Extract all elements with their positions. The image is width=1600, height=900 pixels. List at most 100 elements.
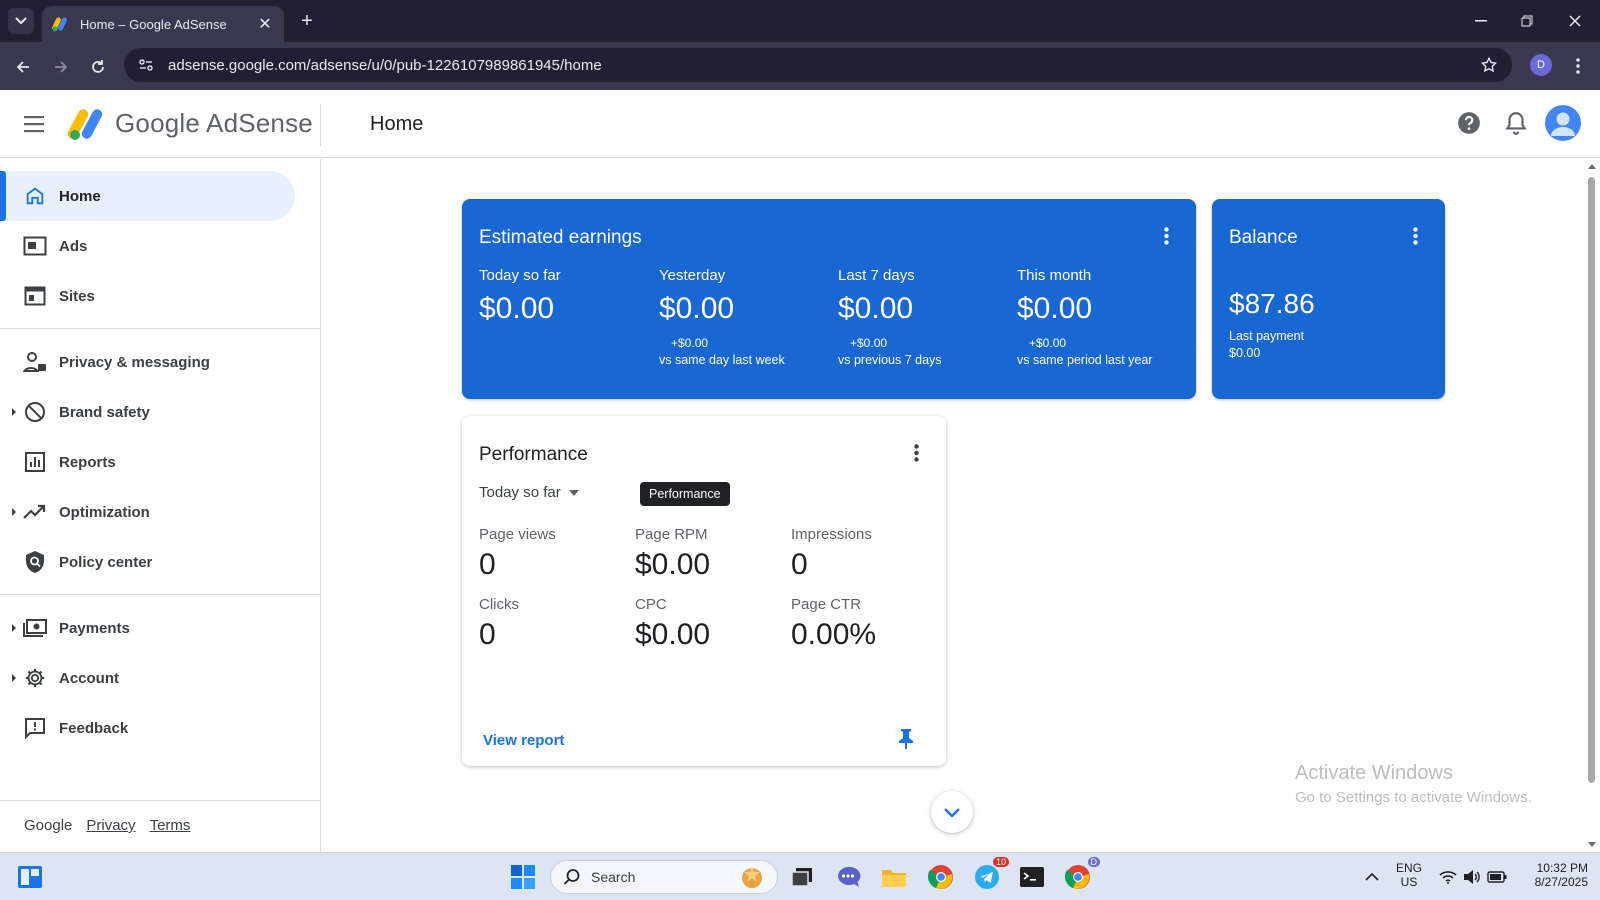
taskbar-search[interactable]: Search	[550, 860, 778, 894]
sidebar-item-payments[interactable]: Payments	[0, 603, 295, 653]
date-range-dropdown[interactable]: Today so far	[479, 484, 579, 501]
brand-name: Google AdSense	[115, 108, 313, 138]
file-explorer-icon[interactable]	[878, 861, 910, 893]
telegram-icon[interactable]: 10	[971, 857, 1009, 893]
sidebar-footer: Google Privacy Terms	[24, 817, 190, 834]
terms-link[interactable]: Terms	[150, 817, 191, 834]
sidebar-item-ads[interactable]: Ads	[0, 221, 295, 271]
sidebar-divider	[0, 328, 321, 329]
task-view-icon[interactable]	[786, 861, 818, 893]
balance-card-title: Balance	[1229, 227, 1298, 248]
scrollbar-thumb[interactable]	[1588, 177, 1595, 783]
close-tab-icon[interactable]: ✕	[256, 14, 274, 34]
url-text[interactable]: adsense.google.com/adsense/u/0/pub-12261…	[168, 57, 1480, 74]
browser-menu-icon[interactable]	[1568, 54, 1588, 78]
site-settings-icon[interactable]	[138, 57, 154, 73]
block-icon	[22, 399, 48, 425]
scroll-down-arrow-icon[interactable]	[1584, 840, 1600, 850]
performance-metric: Page CTR 0.00%	[791, 596, 941, 652]
account-avatar[interactable]	[1545, 105, 1581, 141]
metric-delta: +$0.00	[1029, 336, 1067, 350]
dropdown-arrow-icon	[568, 489, 579, 496]
forward-arrow-icon[interactable]	[48, 54, 74, 80]
privacy-person-icon	[22, 349, 48, 375]
home-icon	[22, 183, 48, 209]
sidebar-item-label: Privacy & messaging	[59, 353, 210, 371]
help-icon[interactable]	[1456, 110, 1484, 138]
chrome-app-icon[interactable]	[925, 861, 957, 893]
scroll-up-arrow-icon[interactable]	[1584, 161, 1600, 171]
more-options-icon[interactable]	[1404, 223, 1426, 249]
sidebar-item-reports[interactable]: Reports	[0, 437, 295, 487]
privacy-link[interactable]: Privacy	[86, 817, 135, 834]
expand-caret-icon	[12, 508, 16, 516]
reload-icon[interactable]	[85, 54, 111, 80]
more-options-icon[interactable]	[905, 440, 927, 466]
pin-icon[interactable]	[898, 728, 916, 752]
earnings-metric: This month $0.00 +$0.00 vs same period l…	[1017, 267, 1197, 367]
sidebar-item-policy-center[interactable]: Policy center	[0, 537, 295, 587]
browser-tab[interactable]: Home – Google AdSense ✕	[42, 6, 284, 42]
performance-metric: CPC $0.00	[635, 596, 785, 652]
adsense-logo-icon	[68, 109, 103, 140]
metric-label: Page RPM	[635, 526, 708, 543]
minimize-icon[interactable]	[1466, 8, 1496, 34]
header-divider	[320, 104, 321, 146]
chrome-profile-app-icon[interactable]: D	[1062, 857, 1100, 893]
input-language-indicator[interactable]: ENG US	[1394, 861, 1424, 889]
earnings-card-title: Estimated earnings	[479, 227, 642, 248]
sidebar-item-brand-safety[interactable]: Brand safety	[0, 387, 295, 437]
clock-date: 8/27/2025	[1534, 875, 1588, 889]
view-report-link[interactable]: View report	[483, 732, 564, 749]
sidebar-item-account[interactable]: Account	[0, 653, 295, 703]
metric-label: Last 7 days	[838, 267, 915, 284]
system-clock[interactable]: 10:32 PM 8/27/2025	[1516, 861, 1588, 889]
more-options-icon[interactable]	[1155, 223, 1177, 249]
widgets-icon[interactable]	[14, 861, 46, 893]
back-arrow-icon[interactable]	[10, 54, 36, 80]
teams-chat-icon[interactable]	[832, 861, 864, 893]
scroll-down-button[interactable]	[931, 791, 973, 833]
battery-icon[interactable]	[1481, 861, 1513, 893]
sidebar-item-home[interactable]: Home	[0, 171, 295, 221]
earnings-metric: Last 7 days $0.00 +$0.00 vs previous 7 d…	[838, 267, 1018, 367]
terminal-icon[interactable]	[1016, 861, 1048, 893]
bookmark-star-icon[interactable]	[1480, 56, 1498, 74]
main-content: Estimated earnings Today so far $0.00 Ye…	[322, 159, 1584, 852]
restore-icon[interactable]	[1512, 8, 1542, 34]
last-payment-value: $0.00	[1229, 346, 1261, 360]
tab-search-button[interactable]	[8, 8, 34, 34]
main-menu-icon[interactable]	[22, 112, 48, 136]
browser-profile-avatar[interactable]: D	[1530, 54, 1552, 76]
person-icon	[1545, 105, 1581, 141]
metric-value: 0.00%	[791, 618, 877, 651]
page-scrollbar[interactable]	[1584, 159, 1600, 852]
sidebar-item-label: Reports	[59, 453, 116, 471]
performance-metric: Page RPM $0.00	[635, 526, 785, 582]
estimated-earnings-card: Estimated earnings Today so far $0.00 Ye…	[462, 199, 1196, 399]
sidebar-item-optimization[interactable]: Optimization	[0, 487, 295, 537]
sidebar-divider	[0, 800, 321, 801]
metric-label: Impressions	[791, 526, 872, 543]
sidebar-item-sites[interactable]: Sites	[0, 271, 295, 321]
performance-card: Performance Today so far Performance Pag…	[462, 416, 946, 766]
reports-chart-icon	[22, 449, 48, 475]
windows-taskbar: Search 10 D ENG US 10:32 PM 8/27/2025	[0, 852, 1600, 900]
tooltip: Performance	[640, 482, 730, 506]
sidebar-item-feedback[interactable]: Feedback	[0, 703, 295, 753]
balance-amount: $87.86	[1229, 288, 1315, 319]
windows-start-icon[interactable]	[507, 861, 539, 893]
show-hidden-icons-chevron-icon[interactable]	[1356, 861, 1388, 893]
notifications-bell-icon[interactable]	[1503, 110, 1531, 138]
sidebar-item-label: Payments	[59, 619, 130, 637]
earnings-metric: Yesterday $0.00 +$0.00 vs same day last …	[659, 267, 839, 367]
chevron-down-icon	[15, 17, 27, 25]
window-close-icon[interactable]	[1560, 8, 1590, 34]
sidebar-item-privacy-messaging[interactable]: Privacy & messaging	[0, 337, 295, 387]
footer-google-label: Google	[24, 817, 73, 834]
new-tab-button[interactable]: +	[295, 9, 319, 33]
page-title: Home	[370, 113, 424, 135]
app-header: Google AdSense Home	[0, 90, 1600, 158]
address-bar[interactable]: adsense.google.com/adsense/u/0/pub-12261…	[124, 48, 1512, 82]
sidebar-item-label: Brand safety	[59, 403, 150, 421]
